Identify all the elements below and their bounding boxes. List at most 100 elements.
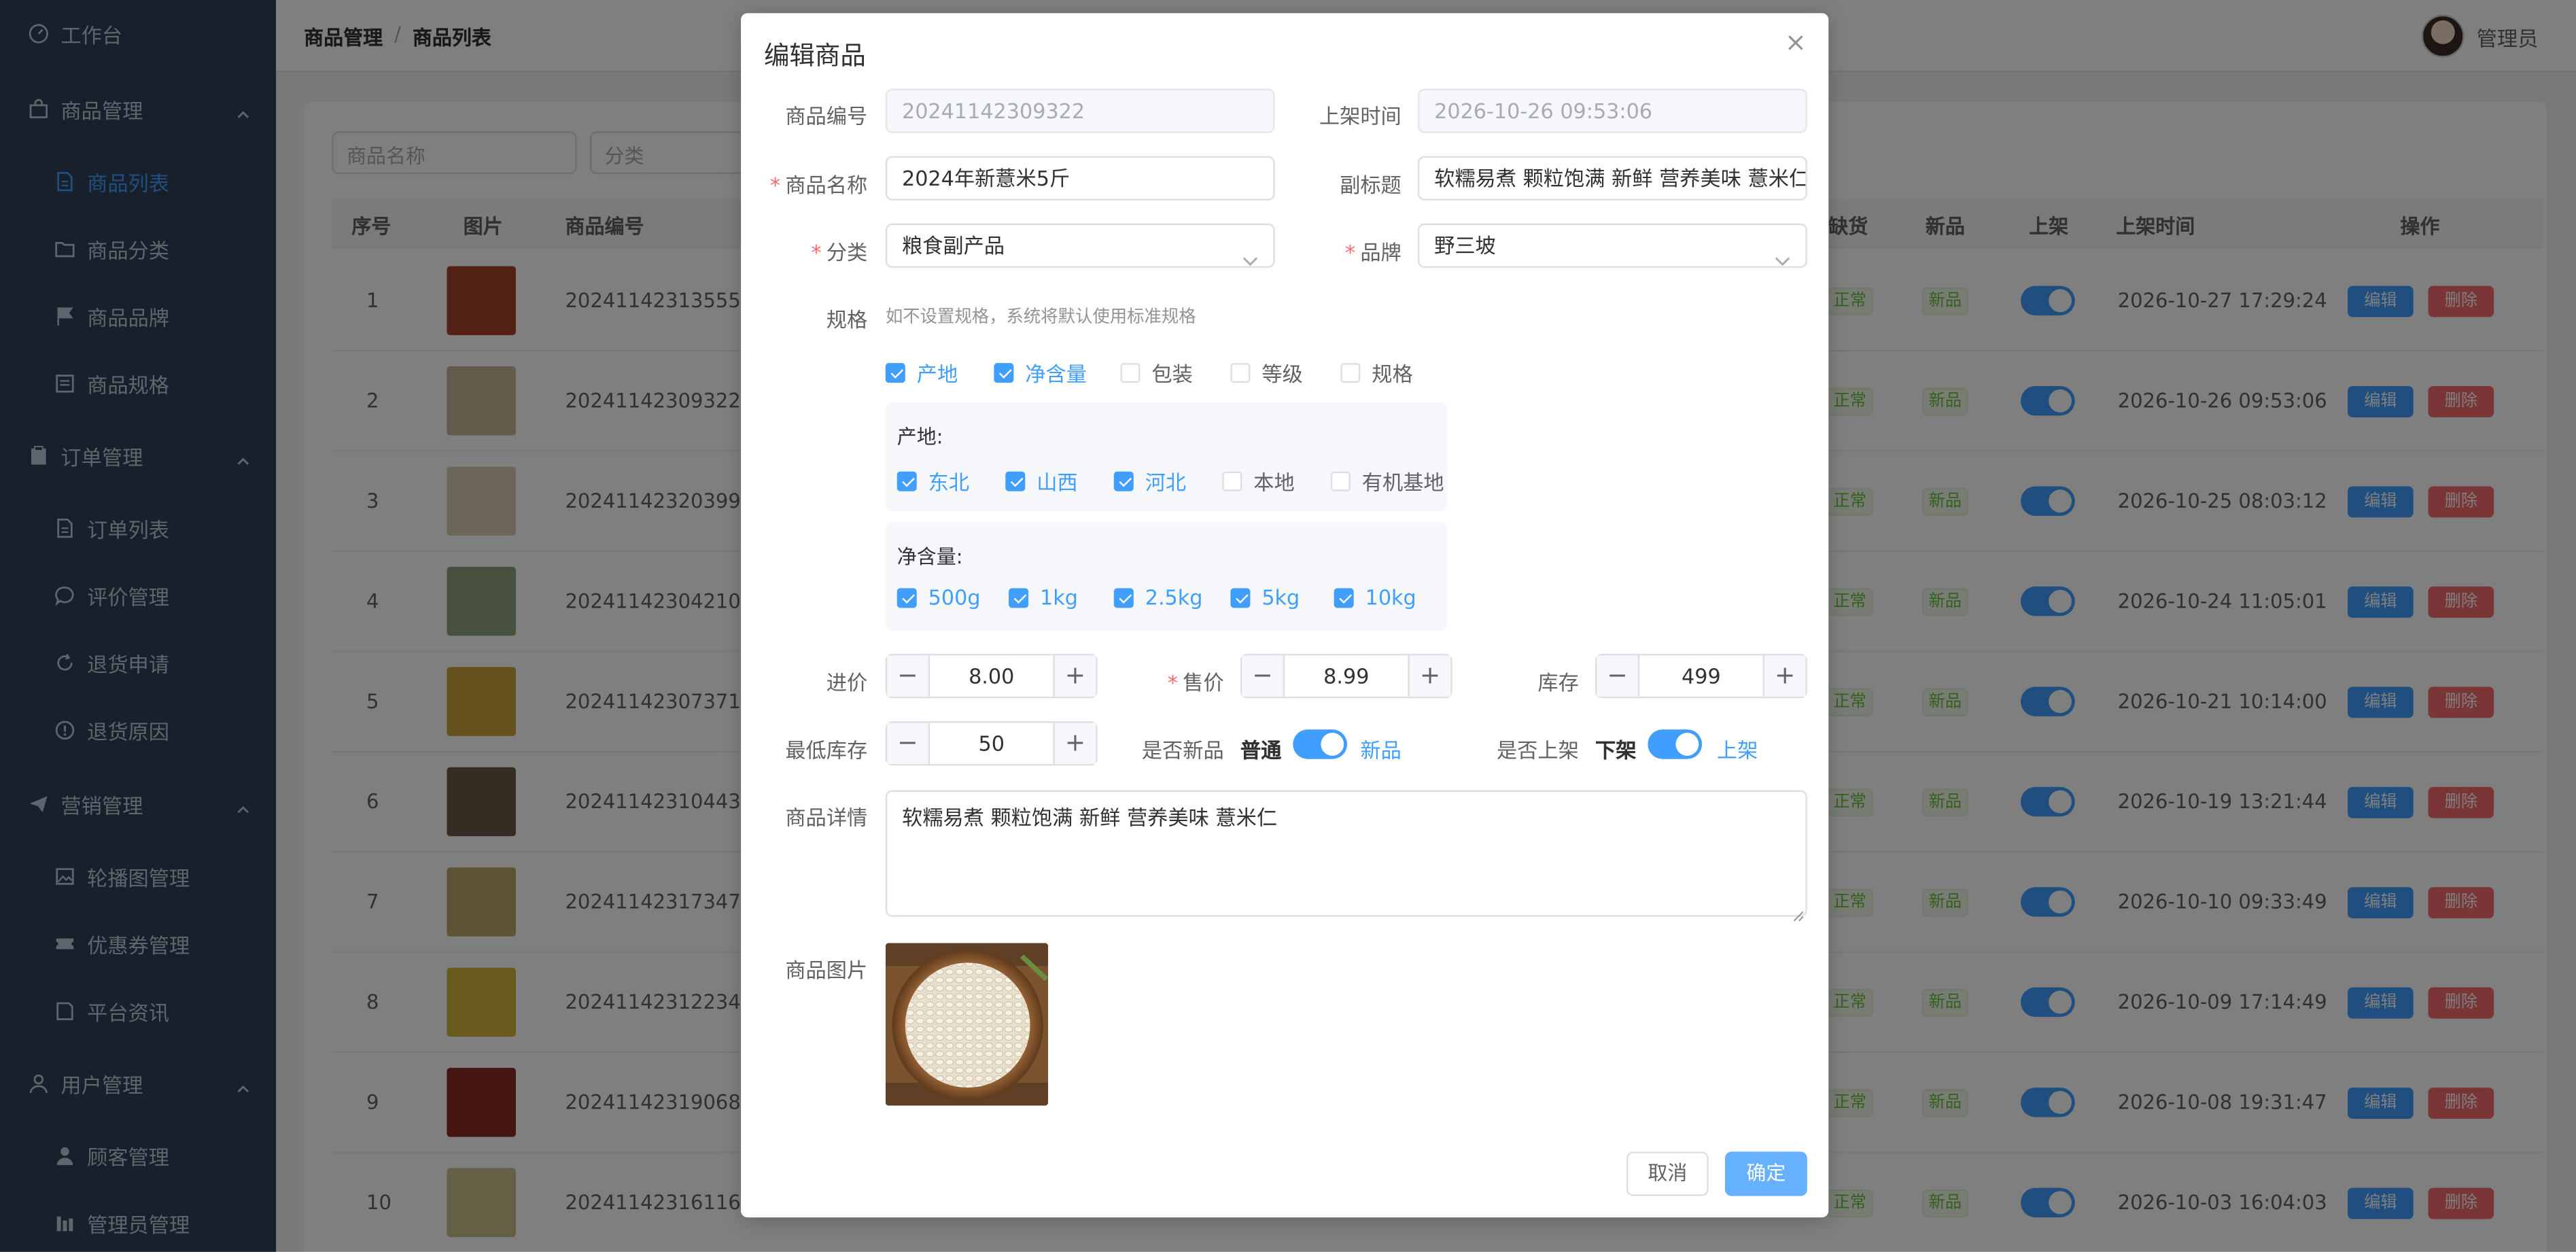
code-field: 20241142309322: [885, 88, 1275, 133]
origin-checkbox[interactable]: 河北: [1113, 465, 1187, 496]
is-listed-on-label: 上架: [1716, 737, 1758, 763]
checkbox-icon[interactable]: [1113, 587, 1134, 608]
increment-button[interactable]: +: [1053, 655, 1096, 697]
checkbox-label: 规格: [1372, 361, 1413, 387]
weight-checkbox[interactable]: 1kg: [1009, 585, 1078, 610]
goods-image[interactable]: [885, 943, 1049, 1106]
origin-checkbox[interactable]: 东北: [897, 465, 969, 496]
spec-hint: 如不设置规格，系统将默认使用标准规格: [885, 307, 1196, 328]
brand-value: 野三坡: [1434, 233, 1496, 258]
listed-time-field: 2026-10-26 09:53:06: [1417, 88, 1807, 133]
is-new-label: 是否新品: [1141, 737, 1224, 763]
origin-checkbox[interactable]: 有机基地: [1330, 465, 1444, 496]
chevron-down-icon: [1774, 240, 1790, 266]
detail-textarea[interactable]: 软糯易煮 颗粒饱满 新鲜 营养美味 薏米仁: [885, 790, 1807, 922]
decrement-button[interactable]: −: [1242, 655, 1285, 697]
checkbox-label: 有机基地: [1361, 470, 1444, 495]
chevron-down-icon: [1242, 240, 1258, 266]
checkbox-label: 净含量: [1025, 361, 1087, 387]
spec-type-checkbox[interactable]: 包装: [1120, 357, 1193, 388]
name-field[interactable]: 2024年新薏米5斤: [885, 156, 1275, 201]
min-stock-stepper[interactable]: − 50 +: [885, 721, 1098, 766]
decrement-button[interactable]: −: [887, 723, 930, 764]
brand-select[interactable]: 野三坡: [1417, 223, 1807, 268]
category-value: 粮食副产品: [901, 233, 1005, 258]
checkbox-label: 包装: [1151, 361, 1193, 387]
increment-button[interactable]: +: [1053, 723, 1096, 764]
checkbox-label: 2.5kg: [1145, 585, 1203, 610]
cost-label: 进价: [826, 670, 868, 695]
min-stock-label: 最低库存: [785, 737, 868, 763]
close-icon[interactable]: [1786, 33, 1805, 52]
listed-time-label: 上架时间: [1319, 103, 1402, 128]
weight-checkbox[interactable]: 500g: [897, 585, 981, 610]
increment-button[interactable]: +: [1408, 655, 1451, 697]
weight-checkbox[interactable]: 2.5kg: [1113, 585, 1203, 610]
checkbox-icon[interactable]: [1334, 587, 1354, 608]
checkbox-label: 等级: [1261, 361, 1303, 387]
checkbox-icon[interactable]: [1009, 587, 1029, 608]
spec-label: 规格: [826, 307, 868, 332]
checkbox-icon[interactable]: [885, 362, 905, 382]
code-label: 商品编号: [785, 103, 868, 128]
decrement-button[interactable]: −: [1597, 655, 1640, 697]
weight-checkbox[interactable]: 5kg: [1230, 585, 1300, 610]
spec-type-checkbox[interactable]: 规格: [1340, 357, 1413, 388]
weight-panel: [885, 522, 1448, 631]
category-label: * 分类: [811, 239, 868, 265]
decrement-button[interactable]: −: [887, 655, 930, 697]
checkbox-icon[interactable]: [1230, 587, 1251, 608]
cost-stepper[interactable]: − 8.00 +: [885, 654, 1098, 699]
image-label: 商品图片: [785, 958, 868, 983]
cancel-button[interactable]: 取消: [1626, 1151, 1709, 1196]
checkbox-label: 东北: [928, 470, 970, 495]
checkbox-label: 本地: [1253, 470, 1295, 495]
is-listed-switch[interactable]: [1648, 729, 1703, 759]
spec-type-checkbox[interactable]: 产地: [885, 357, 958, 388]
price-stepper[interactable]: − 8.99 +: [1240, 654, 1452, 699]
price-label: * 售价: [1167, 670, 1224, 695]
subtitle-field[interactable]: 软糯易煮 颗粒饱满 新鲜 营养美味 薏米仁: [1417, 156, 1807, 201]
checkbox-icon[interactable]: [1222, 470, 1242, 491]
origin-checkbox[interactable]: 山西: [1005, 465, 1078, 496]
weight-checkbox[interactable]: 10kg: [1334, 585, 1416, 610]
checkbox-icon[interactable]: [1005, 470, 1026, 491]
checkbox-icon[interactable]: [897, 470, 917, 491]
cost-value[interactable]: 8.00: [931, 655, 1051, 696]
min-stock-value[interactable]: 50: [931, 723, 1051, 764]
dialog-title: 编辑商品: [763, 41, 866, 71]
stock-stepper[interactable]: − 499 +: [1595, 654, 1807, 699]
checkbox-icon[interactable]: [1120, 362, 1141, 382]
origin-checkbox[interactable]: 本地: [1222, 465, 1295, 496]
app-root: 工作台 商品管理 商品列表 商品分类 商品品牌 商品规格 订单管理: [0, 0, 2576, 1252]
confirm-button[interactable]: 确定: [1724, 1151, 1807, 1196]
detail-text: 软糯易煮 颗粒饱满 新鲜 营养美味 薏米仁: [901, 805, 1278, 830]
is-listed-label: 是否上架: [1496, 737, 1579, 763]
checkbox-icon[interactable]: [897, 587, 917, 608]
edit-goods-dialog: 编辑商品 商品编号 20241142309322 上架时间 2026-10-26…: [741, 13, 1829, 1218]
spec-type-checkbox[interactable]: 净含量: [994, 357, 1087, 388]
is-new-off-label: 普通: [1240, 737, 1282, 763]
origin-title: 产地:: [897, 425, 943, 449]
checkbox-icon[interactable]: [1230, 362, 1251, 382]
checkbox-icon[interactable]: [1113, 470, 1134, 491]
checkbox-label: 山西: [1037, 470, 1078, 495]
weight-title: 净含量:: [897, 545, 963, 569]
name-label: * 商品名称: [769, 172, 868, 198]
checkbox-icon[interactable]: [994, 362, 1014, 382]
price-value[interactable]: 8.99: [1287, 655, 1406, 696]
category-select[interactable]: 粮食副产品: [885, 223, 1275, 268]
stock-value[interactable]: 499: [1641, 655, 1761, 696]
checkbox-label: 10kg: [1365, 585, 1416, 610]
stock-label: 库存: [1537, 670, 1579, 695]
checkbox-icon[interactable]: [1330, 470, 1351, 491]
checkbox-label: 河北: [1145, 470, 1187, 495]
is-new-switch[interactable]: [1293, 729, 1348, 759]
increment-button[interactable]: +: [1762, 655, 1806, 697]
is-listed-off-label: 下架: [1595, 737, 1637, 763]
spec-type-checkbox[interactable]: 等级: [1230, 357, 1303, 388]
detail-label: 商品详情: [785, 805, 868, 830]
checkbox-label: 5kg: [1261, 585, 1300, 610]
resize-grip-icon[interactable]: [1792, 902, 1804, 922]
checkbox-icon[interactable]: [1340, 362, 1361, 382]
